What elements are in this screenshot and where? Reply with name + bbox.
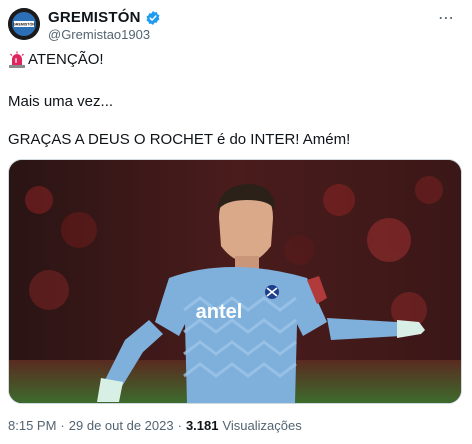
goalkeeper-photo: antel [9, 160, 461, 403]
jersey-sponsor: antel [196, 301, 243, 323]
tweet-text-line-2: Mais uma vez... [8, 93, 114, 110]
more-options-button[interactable]: ⋯ [434, 8, 458, 28]
police-siren-icon [9, 51, 25, 68]
attention-text: ATENÇÃO! [28, 51, 104, 68]
display-name[interactable]: GREMISTÓN [48, 9, 141, 26]
verified-badge-icon [146, 10, 160, 25]
tweet-header: GREMISTÓN GREMISTÓN @Gremistao1903 ⋯ [8, 8, 464, 44]
tweet-time[interactable]: 8:15 PM [8, 418, 56, 433]
tweet-text-line-1: ATENÇÃO! [8, 50, 104, 70]
tweet-text-line-3: GRAÇAS A DEUS O ROCHET é do INTER! Amém! [8, 131, 351, 148]
separator: · [177, 418, 182, 433]
separator: · [60, 418, 65, 433]
tweet-photo[interactable]: antel [8, 159, 462, 404]
tweet-date[interactable]: 29 de out de 2023 [69, 418, 174, 433]
user-handle[interactable]: @Gremistao1903 [48, 27, 150, 42]
views-count: 3.181 [185, 418, 219, 433]
more-options-icon: ⋯ [438, 10, 454, 27]
views-label: Visualizações [222, 418, 302, 433]
avatar[interactable]: GREMISTÓN [8, 8, 40, 40]
avatar-lettering: GREMISTÓN [13, 22, 35, 27]
tweet-meta: 8:15 PM · 29 de out de 2023 · 3.181 Visu… [8, 418, 302, 433]
